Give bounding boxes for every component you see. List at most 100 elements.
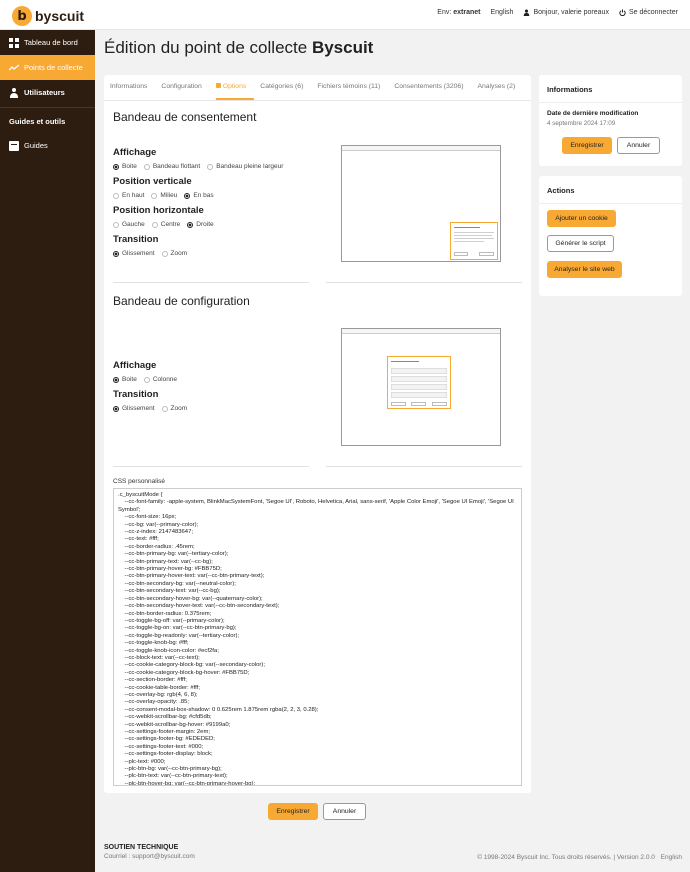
lock-icon (215, 83, 221, 88)
env-value: extranet (453, 9, 481, 16)
copyright: © 1998-2024 Byscuit Inc. Tous droits rés… (477, 854, 612, 861)
sidebar-item-dashboard[interactable]: Tableau de bord (0, 30, 95, 55)
config-display-label: Affichage (113, 360, 157, 371)
logo[interactable]: b byscuit (12, 6, 84, 26)
tab-consents[interactable]: Consentements (3206) (394, 75, 471, 100)
top-bar: b byscuit Env: extranet English Bonjour,… (0, 0, 690, 30)
divider (539, 102, 682, 103)
radio-label: Gauche (122, 221, 145, 228)
tab-options-label: Options (222, 83, 247, 90)
display-label: Affichage (113, 147, 157, 158)
language-link[interactable]: English (490, 9, 513, 16)
consent-banner-title: Bandeau de consentement (113, 110, 257, 124)
radio-zoom[interactable]: Zoom (161, 250, 187, 257)
horizontal-position-label: Position horizontale (113, 205, 204, 216)
radio-label: Bandeau flottant (152, 163, 201, 170)
config-transition-label: Transition (113, 389, 159, 400)
tab-categories[interactable]: Catégories (6) (260, 75, 311, 100)
radio-top[interactable]: En haut (113, 192, 144, 199)
footer-meta: © 1998-2024 Byscuit Inc. Tous droits rés… (477, 854, 682, 861)
add-cookie-button[interactable]: Ajouter un cookie (547, 210, 616, 227)
preview-window-bar (342, 146, 500, 151)
logout-label: Se déconnecter (628, 9, 678, 16)
radio-left[interactable]: Gauche (113, 221, 145, 228)
sidebar-item-collect-points[interactable]: Points de collecte (0, 55, 95, 80)
sidebar-section-heading: Guides et outils (0, 107, 95, 133)
radio-label: Bandeau pleine largeur (216, 163, 284, 170)
radio-label: Zoom (170, 405, 188, 412)
preview-row (391, 384, 447, 390)
vertical-radio-group: En haut Milieu En bas (113, 192, 214, 199)
power-icon (619, 9, 626, 17)
radio-full-width-banner[interactable]: Bandeau pleine largeur (207, 163, 283, 170)
actions-card-title: Actions (547, 186, 575, 195)
radio-dot (187, 221, 194, 228)
logo-text: byscuit (35, 8, 85, 24)
version: Version 2.0.0 (616, 854, 655, 861)
radio-bottom[interactable]: En bas (184, 192, 214, 199)
preview-row (391, 392, 447, 398)
info-cancel-button[interactable]: Annuler (617, 137, 660, 154)
sidebar-item-label: Points de collecte (24, 63, 83, 72)
divider (326, 282, 522, 283)
preview-consent-box (450, 222, 498, 260)
preview-text-line (454, 238, 494, 239)
tab-cookie-files[interactable]: Fichiers témoins (11) (317, 75, 388, 100)
preview-row (391, 368, 447, 374)
tab-options[interactable]: Options (215, 75, 255, 100)
tab-informations[interactable]: Informations (110, 75, 155, 100)
sidebar: Tableau de bord Points de collecte Utili… (0, 30, 95, 872)
footer-language-link[interactable]: English (661, 854, 682, 861)
radio-config-zoom[interactable]: Zoom (161, 405, 188, 412)
divider (113, 282, 309, 283)
radio-label: Boite (122, 163, 137, 170)
radio-dot (161, 250, 168, 257)
actions-card: Actions Ajouter un cookie Générer le scr… (539, 176, 682, 296)
radio-dot (143, 163, 150, 170)
config-banner-title: Bandeau de configuration (113, 294, 250, 308)
radio-right[interactable]: Droite (187, 221, 214, 228)
custom-css-textarea[interactable]: .c_byscuitMode { --cc-font-family: -appl… (113, 488, 522, 786)
consent-banner-preview (341, 145, 501, 262)
transition-radio-group: Glissement Zoom (113, 250, 187, 257)
vertical-position-label: Position verticale (113, 176, 192, 187)
radio-middle[interactable]: Milieu (151, 192, 177, 199)
preview-button (411, 402, 426, 406)
radio-box[interactable]: Boite (113, 163, 137, 170)
radio-slide[interactable]: Glissement (113, 250, 155, 257)
sidebar-item-guides[interactable]: Guides (0, 133, 95, 158)
tab-configuration[interactable]: Configuration (161, 75, 209, 100)
radio-center[interactable]: Centre (151, 221, 180, 228)
radio-dot (161, 405, 168, 412)
radio-dot (143, 376, 150, 383)
logout-link[interactable]: Se déconnecter (619, 9, 678, 17)
info-save-button[interactable]: Enregistrer (562, 137, 612, 154)
radio-config-column[interactable]: Colonne (143, 376, 177, 383)
user-menu[interactable]: Bonjour, valerie poreaux (523, 9, 609, 16)
env-indicator: Env: extranet (437, 9, 480, 16)
users-icon (9, 87, 19, 98)
config-banner-preview (341, 328, 501, 446)
tab-bar: Informations Configuration Options Catég… (104, 75, 531, 101)
cancel-button[interactable]: Annuler (323, 803, 366, 820)
display-radio-group: Boite Bandeau flottant Bandeau pleine la… (113, 163, 283, 170)
radio-dot (113, 405, 119, 412)
horizontal-radio-group: Gauche Centre Droite (113, 221, 214, 228)
radio-config-slide[interactable]: Glissement (113, 405, 155, 412)
radio-dot (113, 221, 119, 228)
analyze-site-button[interactable]: Analyser le site web (547, 261, 622, 278)
radio-floating-banner[interactable]: Bandeau flottant (143, 163, 201, 170)
support-email[interactable]: Courriel : support@byscuit.com (104, 853, 195, 860)
tab-analyses[interactable]: Analyses (2) (477, 75, 523, 100)
radio-dot (207, 163, 214, 170)
last-modified-label: Date de dernière modification (547, 110, 639, 117)
radio-config-box[interactable]: Boite (113, 376, 137, 383)
book-icon (9, 140, 19, 151)
save-button[interactable]: Enregistrer (268, 803, 318, 820)
preview-text-line (454, 232, 494, 233)
divider (326, 466, 522, 467)
sidebar-item-users[interactable]: Utilisateurs (0, 80, 95, 105)
generate-script-button[interactable]: Générer le script (547, 235, 614, 252)
preview-text-line (454, 241, 484, 242)
radio-dot (113, 163, 119, 170)
